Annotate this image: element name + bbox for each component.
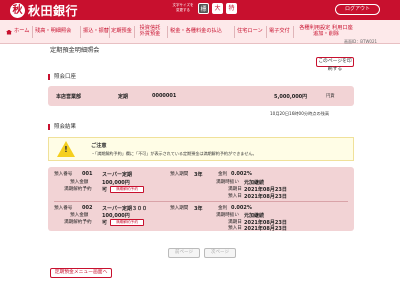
maturity-method-label: 満期時扱い (216, 180, 239, 185)
maturity-reservation-status: 可 (102, 220, 108, 226)
deposit-amount: 100,000円 (102, 213, 130, 219)
deposit-date-label: 預入日 (228, 226, 242, 231)
bank-logo-icon: 秋 (10, 3, 25, 18)
maturity-reservation-button[interactable]: 満期解約予約 (110, 219, 144, 226)
deposit-no-label: 預入番号 (54, 206, 73, 211)
nav-divider (32, 26, 33, 38)
font-size-standard-button[interactable]: 標 (198, 3, 209, 14)
maturity-method: 元加継続 (244, 180, 265, 186)
maturity-date-label: 満期日 (228, 187, 242, 192)
account-currency: 円貨 (326, 94, 335, 99)
bank-name: 秋田銀行 (28, 4, 79, 18)
prev-page-button[interactable]: 前ページ (168, 248, 200, 258)
main-nav: ホーム 残高・明細照会 振込・振替 定期預金 投資信託 外貨預金 税金・各種料金… (0, 20, 400, 44)
deposit-no: 002 (82, 205, 93, 211)
nav-item-home[interactable]: ホーム (6, 20, 29, 44)
account-section-label: 照会口座 (48, 74, 76, 80)
caution-title: ご注意 (91, 143, 107, 149)
font-size-large-button[interactable]: 大 (212, 3, 223, 14)
deposit-date: 2021年08月23日 (244, 226, 287, 232)
account-balance: 5,000,000円 (274, 94, 308, 100)
caution-text: 「満期解約予約」欄に「不可」が表示されている定期預金は満期解約予約ができません。 (95, 151, 256, 157)
nav-item-investment[interactable]: 投資信託 外貨預金 (137, 20, 163, 44)
screen-id: 画面ID：BTW021 (344, 39, 378, 44)
nav-item-housing-loan[interactable]: 住宅ローン (237, 20, 263, 44)
account-summary: 本店営業部 定期 0000001 5,000,000円 円貨 (48, 86, 354, 106)
nav-divider (167, 26, 168, 38)
nav-item-label: ホーム (14, 28, 30, 35)
maturity-date: 2021年08月23日 (244, 187, 287, 193)
deposit-amount-label: 預入金額 (70, 213, 89, 218)
maturity-reservation-label: 満期解約予約 (64, 187, 92, 192)
header-bar: 秋 秋田銀行 文字サイズを変更する 標 大 特 ログアウト (0, 0, 400, 20)
nav-item-time-deposit[interactable]: 定期預金 (111, 20, 132, 44)
nav-divider (266, 26, 267, 38)
nav-item-transfer[interactable]: 振込・振替 (83, 20, 109, 44)
deposit-amount: 100,000円 (102, 180, 130, 186)
nav-divider (234, 26, 235, 38)
deposit-no: 001 (82, 171, 93, 177)
maturity-method: 元加継続 (244, 213, 265, 219)
nav-divider (80, 26, 81, 38)
record-divider (54, 201, 348, 202)
caution-box: ! ご注意 「満期解約予約」欄に「不可」が表示されている定期預金は満期解約予約が… (48, 137, 354, 161)
period-label: 預入期間 (170, 206, 189, 211)
nav-divider (134, 26, 135, 38)
deposit-period: 3年 (194, 172, 203, 178)
bank-logo[interactable]: 秋 秋田銀行 (10, 2, 78, 19)
rate-label: 金利 (218, 172, 228, 177)
interest-rate: 0.002% (231, 171, 252, 177)
deposit-period: 3年 (194, 206, 203, 212)
interest-rate: 0.002% (231, 205, 252, 211)
deposit-product: スーパー定期３００ (102, 206, 147, 212)
warning-icon-mark: ! (64, 145, 68, 154)
balance-as-of: 10月20日16時00分時点の残高 (270, 111, 330, 116)
nav-item-e-delivery[interactable]: 電子交付 (269, 20, 290, 44)
account-type: 定期 (118, 94, 129, 100)
account-number: 0000001 (152, 93, 177, 99)
font-size-label: 文字サイズを変更する (172, 3, 194, 12)
deposit-list: 預入番号 001 スーパー定期 預入金額 100,000円 満期解約予約 可 満… (48, 167, 354, 232)
nav-item-balance[interactable]: 残高・明細照会 (35, 20, 71, 44)
deposit-no-label: 預入番号 (54, 172, 73, 177)
result-section-label: 照会結果 (48, 124, 76, 130)
time-deposit-menu-button[interactable]: 定期預金メニュー画面へ (50, 268, 112, 278)
next-page-button[interactable]: 次ページ (204, 248, 236, 258)
nav-divider (293, 26, 294, 38)
nav-divider (109, 26, 110, 38)
logout-button[interactable]: ログアウト (335, 4, 380, 15)
font-size-extra-large-button[interactable]: 特 (226, 3, 237, 14)
deposit-date-label: 預入日 (228, 194, 242, 199)
page-title: 定期預金明細照会 (50, 47, 100, 54)
account-branch: 本店営業部 (56, 94, 82, 100)
print-page-button[interactable]: このページを印刷する (316, 57, 354, 72)
deposit-product: スーパー定期 (102, 172, 132, 178)
maturity-reservation-button[interactable]: 満期解約予約 (110, 186, 144, 193)
home-icon (6, 29, 12, 35)
maturity-reservation-label: 満期解約予約 (64, 220, 92, 225)
rate-label: 金利 (218, 206, 228, 211)
deposit-date: 2021年08月23日 (244, 194, 287, 200)
nav-item-tax-payment[interactable]: 税金・各種料金の払込 (170, 20, 222, 44)
deposit-amount-label: 預入金額 (70, 180, 89, 185)
maturity-method-label: 満期時扱い (216, 213, 239, 218)
maturity-reservation-status: 可 (102, 187, 108, 193)
period-label: 預入期間 (170, 172, 189, 177)
